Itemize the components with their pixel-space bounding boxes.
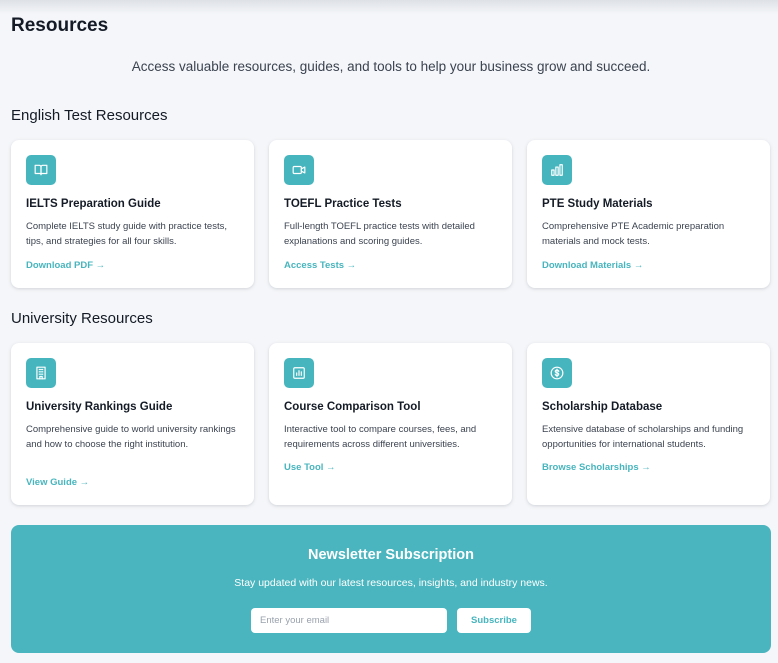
browse-scholarships-link[interactable]: Browse Scholarships → — [542, 462, 651, 473]
page-title: Resources — [11, 15, 109, 36]
newsletter-section: Newsletter Subscription Stay updated wit… — [11, 525, 771, 653]
card-course-comparison: Course Comparison Tool Interactive tool … — [269, 343, 512, 505]
card-description: Interactive tool to compare courses, fee… — [284, 424, 477, 450]
resources-page: Resources Access valuable resources, gui… — [0, 0, 778, 663]
download-materials-link[interactable]: Download Materials → — [542, 260, 643, 271]
card-university-rankings: University Rankings Guide Comprehensive … — [11, 343, 254, 505]
view-guide-link[interactable]: View Guide → — [26, 477, 89, 488]
card-scholarship-database: Scholarship Database Extensive database … — [527, 343, 770, 505]
page-intro: Access valuable resources, guides, and t… — [131, 59, 651, 74]
card-description: Comprehensive PTE Academic preparation m… — [542, 221, 725, 247]
card-description: Extensive database of scholarships and f… — [542, 424, 744, 450]
dollar-icon — [542, 358, 572, 388]
chart-icon — [284, 358, 314, 388]
newsletter-title: Newsletter Subscription — [308, 547, 474, 563]
card-title: IELTS Preparation Guide — [26, 198, 161, 210]
building-icon — [26, 358, 56, 388]
card-title: University Rankings Guide — [26, 401, 173, 413]
card-title: Course Comparison Tool — [284, 401, 421, 413]
card-title: Scholarship Database — [542, 401, 663, 413]
email-input[interactable] — [251, 608, 447, 633]
access-tests-link[interactable]: Access Tests → — [284, 260, 356, 271]
use-tool-link[interactable]: Use Tool → — [284, 462, 336, 473]
newsletter-subtitle: Stay updated with our latest resources, … — [234, 577, 548, 589]
card-title: TOEFL Practice Tests — [284, 198, 402, 210]
subscribe-button[interactable]: Subscribe — [457, 608, 531, 633]
english-section-title: English Test Resources — [11, 107, 168, 124]
card-ielts: IELTS Preparation Guide Complete IELTS s… — [11, 140, 254, 288]
top-shadow — [0, 0, 778, 14]
card-description: Full-length TOEFL practice tests with de… — [284, 221, 475, 247]
download-pdf-link[interactable]: Download PDF → — [26, 260, 105, 271]
bar-chart-icon — [542, 155, 572, 185]
video-icon — [284, 155, 314, 185]
card-description: Complete IELTS study guide with practice… — [26, 221, 227, 247]
card-toefl: TOEFL Practice Tests Full-length TOEFL p… — [269, 140, 512, 288]
card-title: PTE Study Materials — [542, 198, 653, 210]
university-section-title: University Resources — [11, 310, 153, 327]
card-pte: PTE Study Materials Comprehensive PTE Ac… — [527, 140, 770, 288]
book-icon — [26, 155, 56, 185]
card-description: Comprehensive guide to world university … — [26, 424, 236, 450]
